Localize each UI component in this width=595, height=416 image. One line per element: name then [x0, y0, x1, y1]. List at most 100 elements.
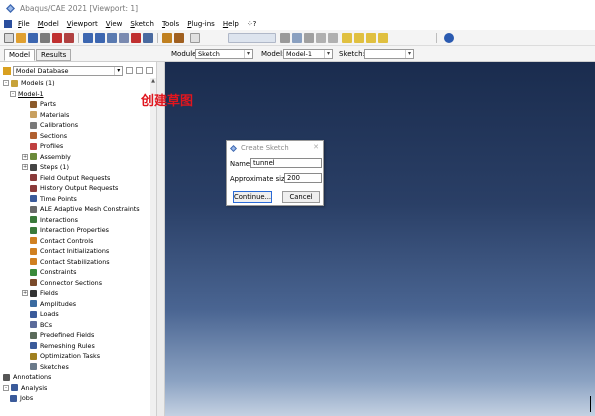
tree-item[interactable]: Interaction Properties	[22, 225, 109, 236]
menu-help[interactable]: Help	[223, 20, 239, 28]
tree-node-icon	[30, 226, 37, 234]
cube-view-icon[interactable]	[366, 33, 376, 43]
cycle-views-icon[interactable]	[143, 33, 153, 43]
module-select[interactable]: Sketch ▾	[195, 49, 253, 59]
select-icon[interactable]	[190, 33, 200, 43]
tree-node-icon	[30, 321, 37, 329]
menu-model[interactable]: Model	[38, 20, 59, 28]
expand-icon[interactable]: +	[22, 164, 28, 171]
tree-item[interactable]: + Fields	[22, 288, 58, 299]
iso-view-icon[interactable]	[354, 33, 364, 43]
menu-view[interactable]: View	[106, 20, 123, 28]
menu-tools[interactable]: Tools	[162, 20, 179, 28]
tree-scrollbar[interactable]: ▲	[150, 78, 156, 416]
tree-item[interactable]: Jobs	[10, 393, 33, 404]
collapse-icon[interactable]: -	[10, 90, 16, 97]
tab-model[interactable]: Model	[4, 49, 36, 61]
expand-icon[interactable]: +	[22, 153, 28, 160]
tree-item[interactable]: Calibrations	[22, 120, 78, 131]
tree-item[interactable]: Connector Sections	[22, 278, 102, 289]
context-help-icon[interactable]: ⁘?	[247, 20, 257, 28]
tree-item[interactable]: Loads	[22, 309, 59, 320]
tree-item[interactable]: Interactions	[22, 215, 78, 226]
system-menu-icon[interactable]	[4, 19, 12, 28]
tree-item[interactable]: Parts	[22, 99, 56, 110]
tree-node-icon	[30, 342, 37, 350]
query-icon[interactable]	[52, 33, 62, 43]
tree-item[interactable]: - Analysis	[3, 383, 47, 394]
menu-sketch[interactable]: Sketch	[130, 20, 154, 28]
menu-plugins[interactable]: Plug-ins	[187, 20, 215, 28]
tool-icon[interactable]	[64, 33, 74, 43]
expand-icon[interactable]: +	[22, 290, 28, 297]
tree-item[interactable]: Time Points	[22, 194, 77, 205]
save-icon[interactable]	[28, 33, 38, 43]
render-icon[interactable]	[174, 33, 184, 43]
tree-item[interactable]: Predefined Fields	[22, 330, 94, 341]
tree-expand-icon[interactable]	[146, 67, 153, 74]
tree-item[interactable]: BCs	[22, 320, 52, 331]
tree-collapse-icon[interactable]	[136, 67, 144, 74]
tree-item[interactable]: Materials	[22, 110, 69, 121]
continue-button[interactable]: Continue...	[233, 191, 272, 203]
open-icon[interactable]	[16, 33, 26, 43]
front-view-icon[interactable]	[342, 33, 352, 43]
collapse-icon[interactable]: -	[3, 384, 9, 391]
close-icon[interactable]: ✕	[313, 143, 319, 151]
zoom-icon[interactable]	[107, 33, 117, 43]
rotate-icon[interactable]	[95, 33, 105, 43]
database-select[interactable]: Model Database ▾	[12, 65, 124, 76]
tree-item[interactable]: Constraints	[22, 267, 76, 278]
display-icon[interactable]	[162, 33, 172, 43]
info-icon[interactable]	[444, 33, 454, 43]
box-zoom-icon[interactable]	[119, 33, 129, 43]
filter-icon[interactable]	[316, 33, 326, 43]
tree-item[interactable]: Annotations	[3, 372, 51, 383]
viewport-canvas[interactable]	[165, 62, 595, 416]
tree-node-icon	[3, 373, 10, 381]
tab-results[interactable]: Results	[36, 49, 72, 61]
collapse-icon[interactable]: -	[3, 80, 9, 87]
tree-item[interactable]: Amplitudes	[22, 299, 76, 310]
tree-item[interactable]: Profiles	[22, 141, 63, 152]
cancel-button[interactable]: Cancel	[282, 191, 320, 203]
print-icon[interactable]	[40, 33, 50, 43]
remove-icon[interactable]	[280, 33, 290, 43]
sketch-name-input[interactable]: tunnel	[250, 158, 322, 168]
tree-item[interactable]: ALE Adaptive Mesh Constraints	[22, 204, 140, 215]
menu-file[interactable]: File	[18, 20, 30, 28]
sketch-name-value: tunnel	[253, 159, 275, 167]
shaded-view-icon[interactable]	[378, 33, 388, 43]
tree-item[interactable]: Field Output Requests	[22, 173, 110, 184]
tree-item-label: Constraints	[40, 268, 77, 277]
tree-item[interactable]: Contact Stabilizations	[22, 257, 110, 268]
tree-item[interactable]: Contact Initializations	[22, 246, 109, 257]
tree-item[interactable]: Sections	[22, 131, 67, 142]
tree-item[interactable]: + Assembly	[22, 152, 71, 163]
tree-item[interactable]: Sketches	[22, 362, 69, 373]
tree-item[interactable]: Remeshing Rules	[22, 341, 95, 352]
tree-filter-icon[interactable]	[126, 67, 134, 74]
sketch-select[interactable]: ▾	[364, 49, 414, 59]
tree-item[interactable]: History Output Requests	[22, 183, 118, 194]
box-select-icon[interactable]	[328, 33, 338, 43]
chevron-down-icon: ▾	[405, 50, 413, 58]
tree-item[interactable]: Optimization Tasks	[22, 351, 100, 362]
selection-filter-combo[interactable]	[228, 33, 276, 43]
menu-viewport[interactable]: Viewport	[67, 20, 98, 28]
new-icon[interactable]	[4, 33, 14, 43]
scroll-up-icon[interactable]: ▲	[150, 78, 156, 84]
tree-item[interactable]: - Models (1)	[3, 78, 55, 89]
tree-item-label: Contact Stabilizations	[40, 257, 110, 266]
tree-item[interactable]: Contact Controls	[22, 236, 93, 247]
auto-fit-icon[interactable]	[131, 33, 141, 43]
pan-icon[interactable]	[83, 33, 93, 43]
approximate-size-input[interactable]: 200	[284, 173, 322, 183]
query-view-icon[interactable]	[304, 33, 314, 43]
toolbar-separator	[157, 33, 158, 43]
replace-icon[interactable]	[292, 33, 302, 43]
tree-item[interactable]: + Steps (1)	[22, 162, 69, 173]
tree-item[interactable]: - Model-1	[10, 89, 44, 100]
tree-item-label: BCs	[40, 320, 53, 329]
model-select[interactable]: Model-1 ▾	[283, 49, 333, 59]
